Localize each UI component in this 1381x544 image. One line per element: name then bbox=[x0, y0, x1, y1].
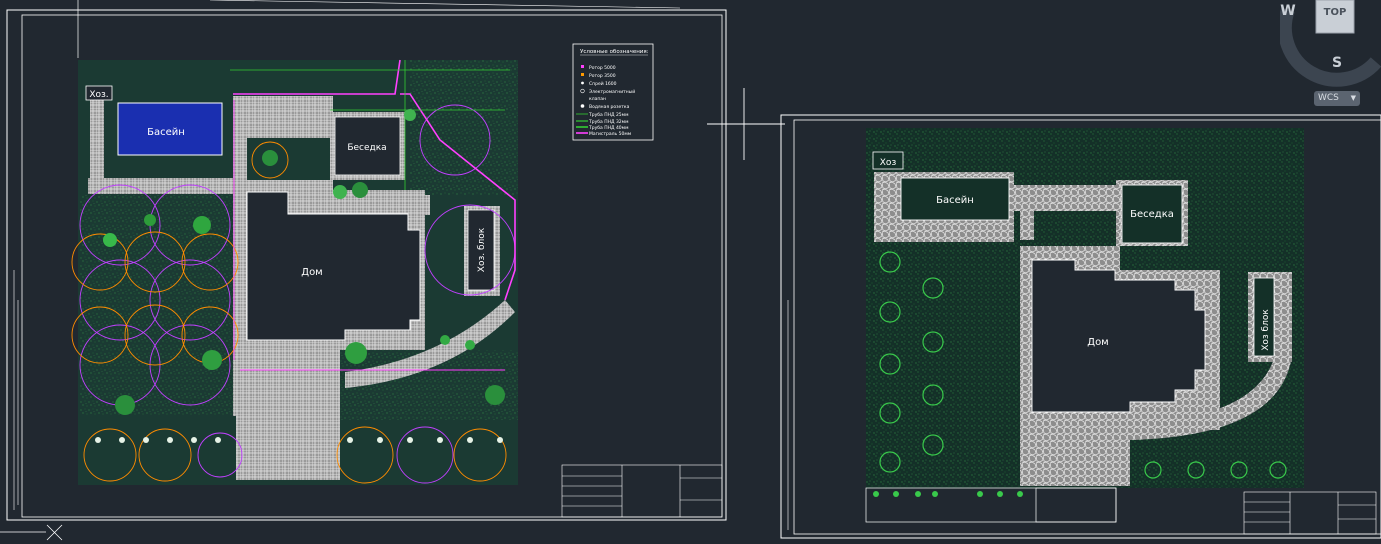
legend-item: Ротор 5000 bbox=[589, 65, 616, 71]
viewcube-face-label: TOP bbox=[1324, 7, 1347, 18]
compass-west-label[interactable]: W bbox=[1280, 3, 1295, 19]
small-utility-label-sheet-1: Хоз. bbox=[89, 90, 108, 100]
pool-label-sheet-2: Басейн bbox=[936, 195, 974, 206]
gazebo-label-sheet-1: Беседка bbox=[347, 143, 386, 153]
legend-item: Магистраль 50мм bbox=[589, 131, 631, 137]
chevron-down-icon: ▼ bbox=[1350, 94, 1356, 102]
house-label-sheet-2: Дом bbox=[1087, 337, 1108, 348]
legend-title: Условные обозначения: bbox=[580, 49, 649, 55]
legend-item: Водяная розетка bbox=[589, 104, 630, 110]
legend-item: Электромагнитный bbox=[589, 88, 635, 95]
crosshair-cursor bbox=[707, 88, 785, 160]
viewcube[interactable]: TOP W S bbox=[1277, 0, 1381, 96]
legend-item: Труба ПНД 25мм bbox=[588, 112, 628, 118]
utility-block-label-sheet-1: Хоз. блок bbox=[477, 227, 487, 272]
title-block-sheet-2 bbox=[1243, 491, 1377, 535]
pool-label-sheet-1: Басейн bbox=[147, 127, 185, 138]
small-utility-label-sheet-2: Хоз bbox=[880, 158, 897, 168]
paving-left-strip bbox=[90, 100, 104, 180]
sheet-1[interactable]: Дом Басейн Хоз. Беседка Хоз. блок Условн… bbox=[0, 0, 727, 541]
utility-block-label-sheet-2: Хоз блок bbox=[1261, 309, 1271, 351]
legend-item: Ротор 3500 bbox=[589, 73, 616, 79]
ucs-icon bbox=[0, 524, 63, 541]
gazebo-label-sheet-2: Беседка bbox=[1130, 209, 1174, 220]
wcs-menu[interactable]: WCS ▼ bbox=[1314, 91, 1360, 106]
legend-item: Спрей 1600 bbox=[589, 80, 617, 87]
legend-item: Труба ПНД 32мм bbox=[588, 119, 628, 125]
legend-item: Труба ПНД 40мм bbox=[588, 125, 628, 131]
legend-box: Условные обозначения: Ротор 5000 Ротор 3… bbox=[572, 43, 654, 141]
cad-canvas[interactable]: Дом Басейн Хоз. Беседка Хоз. блок Условн… bbox=[0, 0, 1381, 544]
compass-south-label[interactable]: S bbox=[1332, 55, 1342, 71]
sheet-2[interactable]: Басейн Хоз Беседка Дом Хоз блок bbox=[780, 114, 1381, 539]
title-block-sheet-1 bbox=[561, 464, 723, 518]
drawing-viewport[interactable]: Дом Басейн Хоз. Беседка Хоз. блок Условн… bbox=[0, 0, 1381, 544]
legend-item: клапан bbox=[589, 97, 606, 102]
house-outline-sheet-1 bbox=[246, 191, 421, 341]
wcs-menu-label: WCS bbox=[1318, 93, 1339, 103]
shrubs-sheet-2 bbox=[873, 491, 1023, 497]
house-label-sheet-1: Дом bbox=[301, 267, 322, 278]
